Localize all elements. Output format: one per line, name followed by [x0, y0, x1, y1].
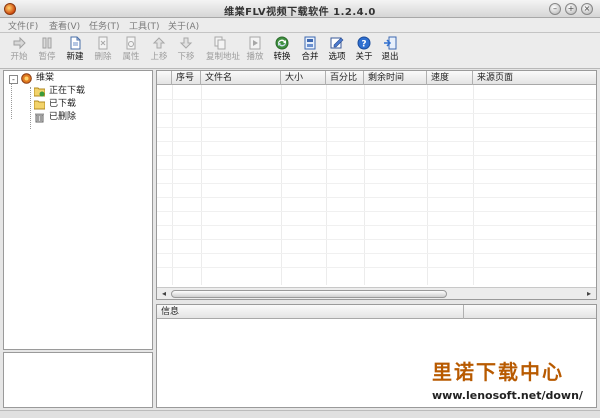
title-bar: 维棠FLV视频下载软件 1.2.4.0 – + ×	[0, 0, 600, 18]
menu-file[interactable]: 文件(F)	[8, 19, 38, 32]
convert-icon	[275, 36, 289, 50]
watermark-url: www.lenosoft.net/down/	[432, 389, 583, 402]
menu-task[interactable]: 任务(T)	[89, 19, 120, 32]
new-button[interactable]: 新建	[61, 36, 89, 67]
table-header: 序号 文件名 大小 百分比 剩余时间 速度 来源页面	[157, 71, 596, 85]
horizontal-scrollbar[interactable]: ◂ ▸	[157, 287, 596, 299]
column-header-remaining-time[interactable]: 剩余时间	[364, 71, 427, 85]
collapse-toggle[interactable]: -	[9, 75, 18, 84]
exit-button[interactable]: 退出	[376, 36, 404, 67]
app-logo-icon	[21, 73, 32, 84]
properties-button[interactable]: 属性	[117, 36, 145, 67]
delete-button[interactable]: 删除	[89, 36, 117, 67]
move-up-button[interactable]: 上移	[145, 36, 173, 67]
new-file-icon	[70, 36, 81, 50]
scroll-right-arrow-icon[interactable]: ▸	[584, 289, 594, 299]
options-icon	[330, 37, 344, 49]
category-tree: - 维棠 正在下载 已下载 已删除	[3, 70, 153, 350]
tree-root[interactable]: - 维棠	[6, 72, 86, 85]
info-header: 信息	[157, 305, 596, 319]
menu-tools[interactable]: 工具(T)	[129, 19, 160, 32]
column-header-size[interactable]: 大小	[281, 71, 326, 85]
scrollbar-thumb[interactable]	[171, 290, 447, 298]
tree-item-downloaded[interactable]: 已下载	[34, 98, 134, 111]
close-button[interactable]: ×	[581, 3, 593, 15]
scroll-left-arrow-icon[interactable]: ◂	[159, 289, 169, 299]
watermark-title: 里诺下载中心	[432, 360, 564, 384]
move-down-icon	[179, 37, 193, 49]
play-media-icon	[249, 36, 261, 50]
folder-icon	[34, 100, 45, 110]
column-header-speed[interactable]: 速度	[427, 71, 473, 85]
tree-item-deleted[interactable]: 已删除	[34, 111, 134, 124]
column-header-index[interactable]: 序号	[172, 71, 201, 85]
svg-text:?: ?	[361, 40, 366, 50]
merge-icon	[304, 36, 316, 50]
help-icon: ?	[357, 36, 371, 50]
trash-icon	[35, 113, 44, 123]
downloading-folder-icon	[34, 87, 45, 97]
maximize-button[interactable]: +	[565, 3, 577, 15]
window-title: 维棠FLV视频下载软件 1.2.4.0	[224, 7, 376, 18]
menu-bar: 文件(F) 查看(V) 任务(T) 工具(T) 关于(A)	[0, 18, 600, 33]
pause-icon	[42, 37, 52, 49]
delete-icon	[98, 36, 108, 50]
options-button[interactable]: 选项	[323, 36, 351, 67]
menu-about[interactable]: 关于(A)	[168, 19, 199, 32]
column-header-filename[interactable]: 文件名	[201, 71, 281, 85]
about-button[interactable]: ? 关于	[350, 36, 378, 67]
tree-root-label: 维棠	[36, 73, 55, 83]
play-icon	[13, 36, 26, 50]
play-media-button[interactable]: 播放	[241, 36, 269, 67]
download-table[interactable]: 序号 文件名 大小 百分比 剩余时间 速度 来源页面 ◂ ▸	[156, 70, 597, 300]
info-column-header[interactable]: 信息	[157, 305, 464, 319]
properties-icon	[126, 36, 136, 50]
copy-icon	[214, 36, 226, 50]
status-bar	[0, 410, 600, 418]
tree-connector	[30, 87, 31, 129]
column-header-source-page[interactable]: 来源页面	[473, 71, 596, 85]
copy-address-button[interactable]: 复制地址	[206, 36, 240, 67]
move-down-button[interactable]: 下移	[172, 36, 200, 67]
pause-button[interactable]: 暂停	[33, 36, 61, 67]
column-header-percent[interactable]: 百分比	[326, 71, 364, 85]
convert-button[interactable]: 转换	[268, 36, 296, 67]
column-header-select[interactable]	[157, 71, 172, 85]
minimize-button[interactable]: –	[549, 3, 561, 15]
exit-icon	[384, 36, 397, 50]
tree-connector	[11, 83, 12, 119]
start-button[interactable]: 开始	[5, 36, 33, 67]
move-up-icon	[152, 37, 166, 49]
toolbar: 开始 暂停 新建 删除 属性 上移 下移 复制地址 播放 转换 合并 选项 ? …	[0, 33, 600, 69]
preview-pane	[3, 352, 153, 408]
tree-item-downloading[interactable]: 正在下载	[34, 85, 134, 98]
menu-view[interactable]: 查看(V)	[49, 19, 80, 32]
merge-button[interactable]: 合并	[296, 36, 324, 67]
